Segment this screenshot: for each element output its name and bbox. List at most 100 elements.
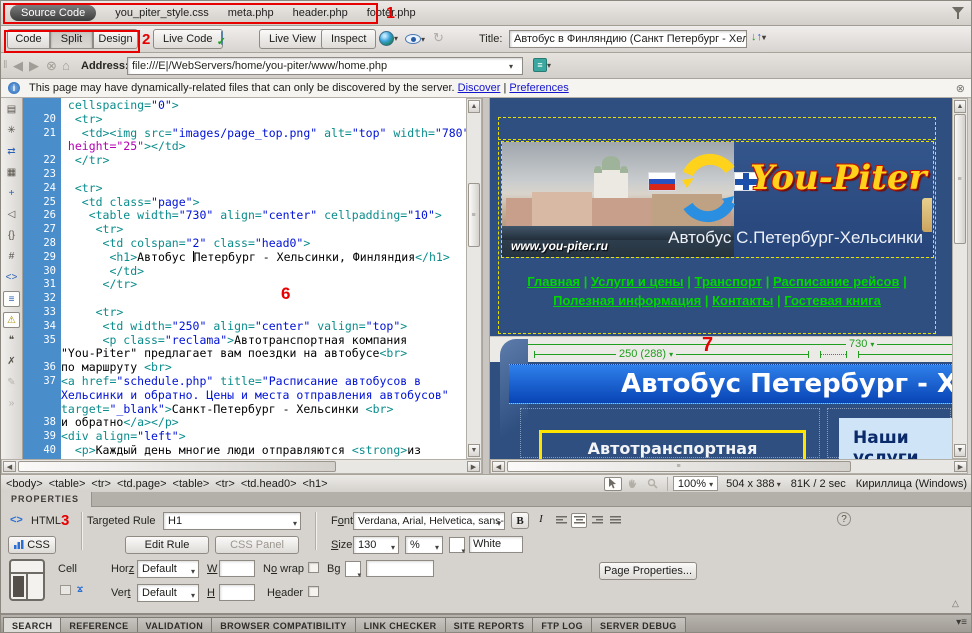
h-input[interactable] — [219, 584, 255, 601]
results-tab-browser-compatibility[interactable]: BROWSER COMPATIBILITY — [212, 617, 356, 633]
scroll-right-icon[interactable]: ▶ — [954, 461, 967, 472]
size-unit-dropdown[interactable]: % — [405, 536, 443, 554]
code-editor[interactable]: cellspacing="0"> <tr> <td><img src="imag… — [61, 98, 466, 459]
code-navigator-icon[interactable]: ✳ — [3, 123, 20, 139]
collapse-selection-icon[interactable]: ▦ — [3, 165, 20, 181]
site-nav-link[interactable]: Расписание рейсов — [773, 274, 899, 289]
panel-splitter[interactable] — [482, 98, 490, 474]
code-line[interactable]: и обратно</a></p> — [61, 416, 466, 430]
panel-menu-icon[interactable]: ▾≡ — [956, 617, 967, 628]
align-left-icon[interactable] — [553, 513, 569, 528]
table-width-label[interactable]: 730 ▾ — [846, 338, 877, 350]
vert-dropdown[interactable]: Default — [137, 584, 199, 602]
results-tab-reference[interactable]: REFERENCE — [61, 617, 137, 633]
scroll-down-icon[interactable]: ▼ — [468, 444, 480, 457]
properties-tab[interactable]: PROPERTIES — [1, 492, 92, 507]
tag-selector-item[interactable]: <body> — [6, 478, 43, 490]
code-line[interactable]: cellspacing="0"> — [61, 99, 466, 113]
italic-button[interactable]: I — [533, 513, 549, 530]
size-dropdown[interactable]: 130 — [353, 536, 399, 554]
scroll-right-icon[interactable]: ▶ — [467, 461, 480, 472]
code-line[interactable]: <p>Каждый день многие люди отправляются … — [61, 444, 466, 458]
address-input[interactable]: file:///E|/WebServers/home/you-piter/www… — [127, 57, 523, 75]
show-more-icon[interactable]: » — [3, 396, 20, 412]
tag-selector-item[interactable]: <tr> — [215, 478, 235, 490]
results-tab-server-debug[interactable]: SERVER DEBUG — [592, 617, 686, 633]
scroll-up-icon[interactable]: ▲ — [468, 100, 480, 113]
align-right-icon[interactable] — [589, 513, 605, 528]
preview-in-browser-icon[interactable]: ▾ — [379, 31, 398, 46]
code-line[interactable]: </tr> — [61, 154, 466, 168]
code-line[interactable] — [61, 168, 466, 182]
magnification-dropdown[interactable]: 100% ▾ — [673, 476, 718, 491]
refresh-icon[interactable]: ↻ — [433, 30, 444, 46]
back-icon[interactable]: ◀ — [13, 58, 23, 74]
css-mode-button[interactable]: CSS — [8, 536, 56, 554]
targeted-rule-dropdown[interactable]: H1 — [163, 512, 301, 530]
discover-link[interactable]: Discover — [458, 82, 501, 94]
code-line[interactable]: <h1>Автобус Петербург - Хельсинки, Финля… — [61, 251, 466, 265]
inspect-button[interactable]: Inspect — [321, 29, 376, 49]
open-documents-icon[interactable]: ▤ — [3, 102, 20, 118]
page-properties-button[interactable]: Page Properties... — [599, 562, 697, 580]
live-code-button[interactable]: Live Code — [153, 29, 223, 49]
zoom-tool-icon[interactable] — [644, 477, 662, 491]
tag-selector-item[interactable]: <td.page> — [117, 478, 167, 490]
filter-related-files-icon[interactable] — [952, 7, 965, 19]
tag-selector-item[interactable]: <table> — [173, 478, 210, 490]
code-horizontal-scrollbar[interactable]: ◀ ▶ — [1, 459, 482, 474]
code-line[interactable]: <a href="schedule.php" title="Расписание… — [61, 375, 466, 389]
results-tab-search[interactable]: SEARCH — [3, 617, 61, 633]
merge-cells-icon[interactable] — [60, 585, 71, 595]
code-vertical-scrollbar[interactable]: ▲ ≡ ▼ — [466, 98, 482, 459]
apply-comment-icon[interactable]: ❝ — [3, 333, 20, 349]
code-line[interactable]: <td><img src="images/page_top.png" alt="… — [61, 127, 466, 141]
preview-horizontal-scrollbar[interactable]: ◀ ≡ ▶ — [490, 459, 968, 474]
code-line[interactable]: <table width="730" align="center" cellpa… — [61, 209, 466, 223]
home-icon[interactable]: ⌂ — [62, 58, 70, 73]
line-numbers-icon[interactable]: # — [3, 249, 20, 265]
tag-selector-item[interactable]: <td.head0> — [241, 478, 297, 490]
css-panel-button[interactable]: CSS Panel — [215, 536, 299, 554]
remove-comment-icon[interactable]: ✗ — [3, 354, 20, 370]
code-line[interactable]: <td class="page"> — [61, 196, 466, 210]
code-line[interactable]: height="25"></td> — [61, 140, 466, 154]
results-tab-site-reports[interactable]: SITE REPORTS — [446, 617, 534, 633]
tag-selector[interactable]: <body> <table> <tr> <td.page> <table> <tr> <td… — [6, 478, 334, 490]
site-nav-link[interactable]: Полезная информация — [553, 293, 701, 308]
collapse-panel-icon[interactable]: △ — [952, 598, 959, 609]
visual-aids-eye-icon[interactable]: ▾ — [405, 34, 425, 44]
scroll-thumb[interactable]: ≡ — [954, 114, 966, 244]
code-line[interactable]: Хельсинки и обратно. Цены и места отправ… — [61, 389, 466, 403]
code-line[interactable]: <td width="250" align="center" valign="t… — [61, 320, 466, 334]
site-nav-link[interactable]: Услуги и цены — [591, 274, 684, 289]
tag-selector-item[interactable]: <table> — [49, 478, 86, 490]
code-line[interactable]: </td> — [61, 265, 466, 279]
check-browser-compatibility-icon[interactable] — [221, 32, 223, 44]
align-justify-icon[interactable] — [607, 513, 623, 528]
results-tab-ftp-log[interactable]: FTP LOG — [533, 617, 592, 633]
word-wrap-icon[interactable]: ≡ — [3, 291, 20, 307]
code-line[interactable]: "You-Piter" предлагает вам поездки на ав… — [61, 347, 466, 361]
site-nav-link[interactable]: Главная — [527, 274, 580, 289]
text-color-swatch[interactable] — [449, 537, 465, 553]
code-line[interactable]: </tr> — [61, 278, 466, 292]
expand-all-icon[interactable]: + — [3, 186, 20, 202]
format-source-icon[interactable]: ✎ — [3, 375, 20, 391]
horz-dropdown[interactable]: Default — [137, 560, 199, 578]
collapse-full-tag-icon[interactable]: ⇄ — [3, 144, 20, 160]
window-size-dropdown[interactable]: 504 x 388 ▾ — [726, 478, 781, 490]
code-line[interactable]: <tr> — [61, 182, 466, 196]
tag-selector-item[interactable]: <tr> — [91, 478, 111, 490]
nowrap-checkbox[interactable] — [308, 562, 319, 573]
table-width-bar[interactable]: 730 ▾ 250 (288) ▾ — [490, 336, 952, 362]
html-mode-button[interactable]: HTML — [31, 515, 61, 527]
header-checkbox[interactable] — [308, 586, 319, 597]
code-line[interactable]: <div align="left"> — [61, 430, 466, 444]
split-cell-icon[interactable]: ϫ — [77, 584, 83, 595]
live-view-button[interactable]: Live View — [259, 29, 326, 49]
balance-braces-icon[interactable]: {} — [3, 228, 20, 244]
code-line[interactable]: по маршруту <br> — [61, 361, 466, 375]
code-line[interactable] — [61, 292, 466, 306]
site-nav-link[interactable]: Гостевая книга — [784, 293, 881, 308]
